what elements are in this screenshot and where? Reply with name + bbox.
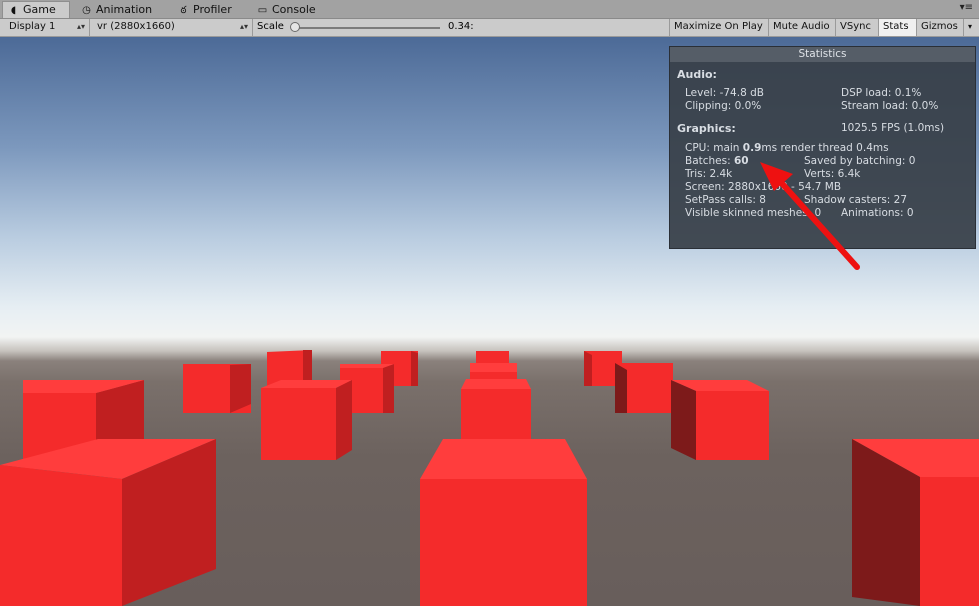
visible-skinned-meshes: Visible skinned meshes: 0 [685,207,822,219]
screen-info: Screen: 2880x1660 - 54.7 MB [685,181,842,193]
red-cube [0,439,216,606]
audio-clipping: Clipping: 0.0% [685,100,762,112]
gizmos-button[interactable]: Gizmos [916,19,963,36]
fps-readout: 1025.5 FPS (1.0ms) [841,122,945,134]
graphics-header: Graphics: [677,122,736,135]
red-cube [671,380,769,460]
shadow-casters: Shadow casters: 27 [804,194,908,206]
clock-icon: ◷ [82,5,91,16]
batches: Batches: 60 [685,155,749,167]
scale-slider-track[interactable] [296,27,440,29]
red-cube [461,379,531,439]
tris-count: Tris: 2.4k [685,168,733,180]
mute-audio-button[interactable]: Mute Audio [768,19,835,36]
statistics-title: Statistics [670,47,975,62]
tab-profiler-label: Profiler [193,3,232,16]
saved-by-batching: Saved by batching: 0 [804,155,916,167]
cpu-timing: CPU: main 0.9ms render thread 0.4ms [685,142,889,154]
audio-header: Audio: [677,68,717,81]
scale-value: 0.34: [448,21,474,32]
batches-value: 60 [734,155,749,167]
dsp-load: DSP load: 0.1% [841,87,922,99]
batches-prefix: Batches: [685,155,734,167]
tab-console[interactable]: ▭ Console [252,2,324,18]
red-cube [615,363,673,413]
cpu-suffix: ms render thread 0.4ms [761,142,889,154]
tab-animation-label: Animation [96,3,153,16]
animations-count: Animations: 0 [841,207,914,219]
cpu-main-value: 0.9 [742,142,762,154]
tab-game[interactable]: ◖ Game [2,1,70,18]
window-menu-icon[interactable]: ▾≡ [960,2,973,13]
console-icon: ▭ [257,5,268,16]
display-dropdown[interactable]: Display 1 ▴▾ [4,19,90,36]
cpu-prefix: CPU: main [685,142,743,154]
dropdown-arrow-icon: ▴▾ [76,22,85,31]
tab-game-label: Game [23,3,56,16]
resolution-dropdown[interactable]: vr (2880x1660) ▴▾ [92,19,253,36]
red-cube [852,439,979,606]
editor-tab-bar: ◖ Game ◷ Animation ఠ Profiler ▭ Console ▾≡ [0,0,979,19]
stream-load: Stream load: 0.0% [841,100,939,112]
stats-button[interactable]: Stats [878,19,916,36]
scale-slider-thumb[interactable] [290,22,300,32]
statistics-panel: Statistics Audio: Level: -74.8 dB DSP lo… [669,46,976,249]
profiler-icon: ఠ [180,5,187,16]
vsync-button[interactable]: VSync [835,19,878,36]
gizmos-dropdown-arrow-icon[interactable]: ▾ [963,19,979,36]
tab-console-label: Console [272,3,316,16]
game-view-toolbar: Display 1 ▴▾ vr (2880x1660) ▴▾ Scale 0.3… [0,19,979,37]
maximize-on-play-button[interactable]: Maximize On Play [669,19,768,36]
dropdown-arrow-icon: ▴▾ [239,22,248,31]
tab-animation[interactable]: ◷ Animation [76,2,160,18]
setpass-calls: SetPass calls: 8 [685,194,766,206]
red-cube [183,364,251,413]
red-cube [261,380,352,460]
audio-level: Level: -74.8 dB [685,87,764,99]
red-cube [420,439,587,606]
display-dropdown-value: Display 1 [9,21,56,32]
resolution-dropdown-value: vr (2880x1660) [97,21,175,32]
verts-count: Verts: 6.4k [804,168,861,180]
tab-profiler[interactable]: ఠ Profiler [173,2,240,18]
scale-label: Scale [257,21,284,32]
pacman-icon: ◖ [10,5,17,16]
